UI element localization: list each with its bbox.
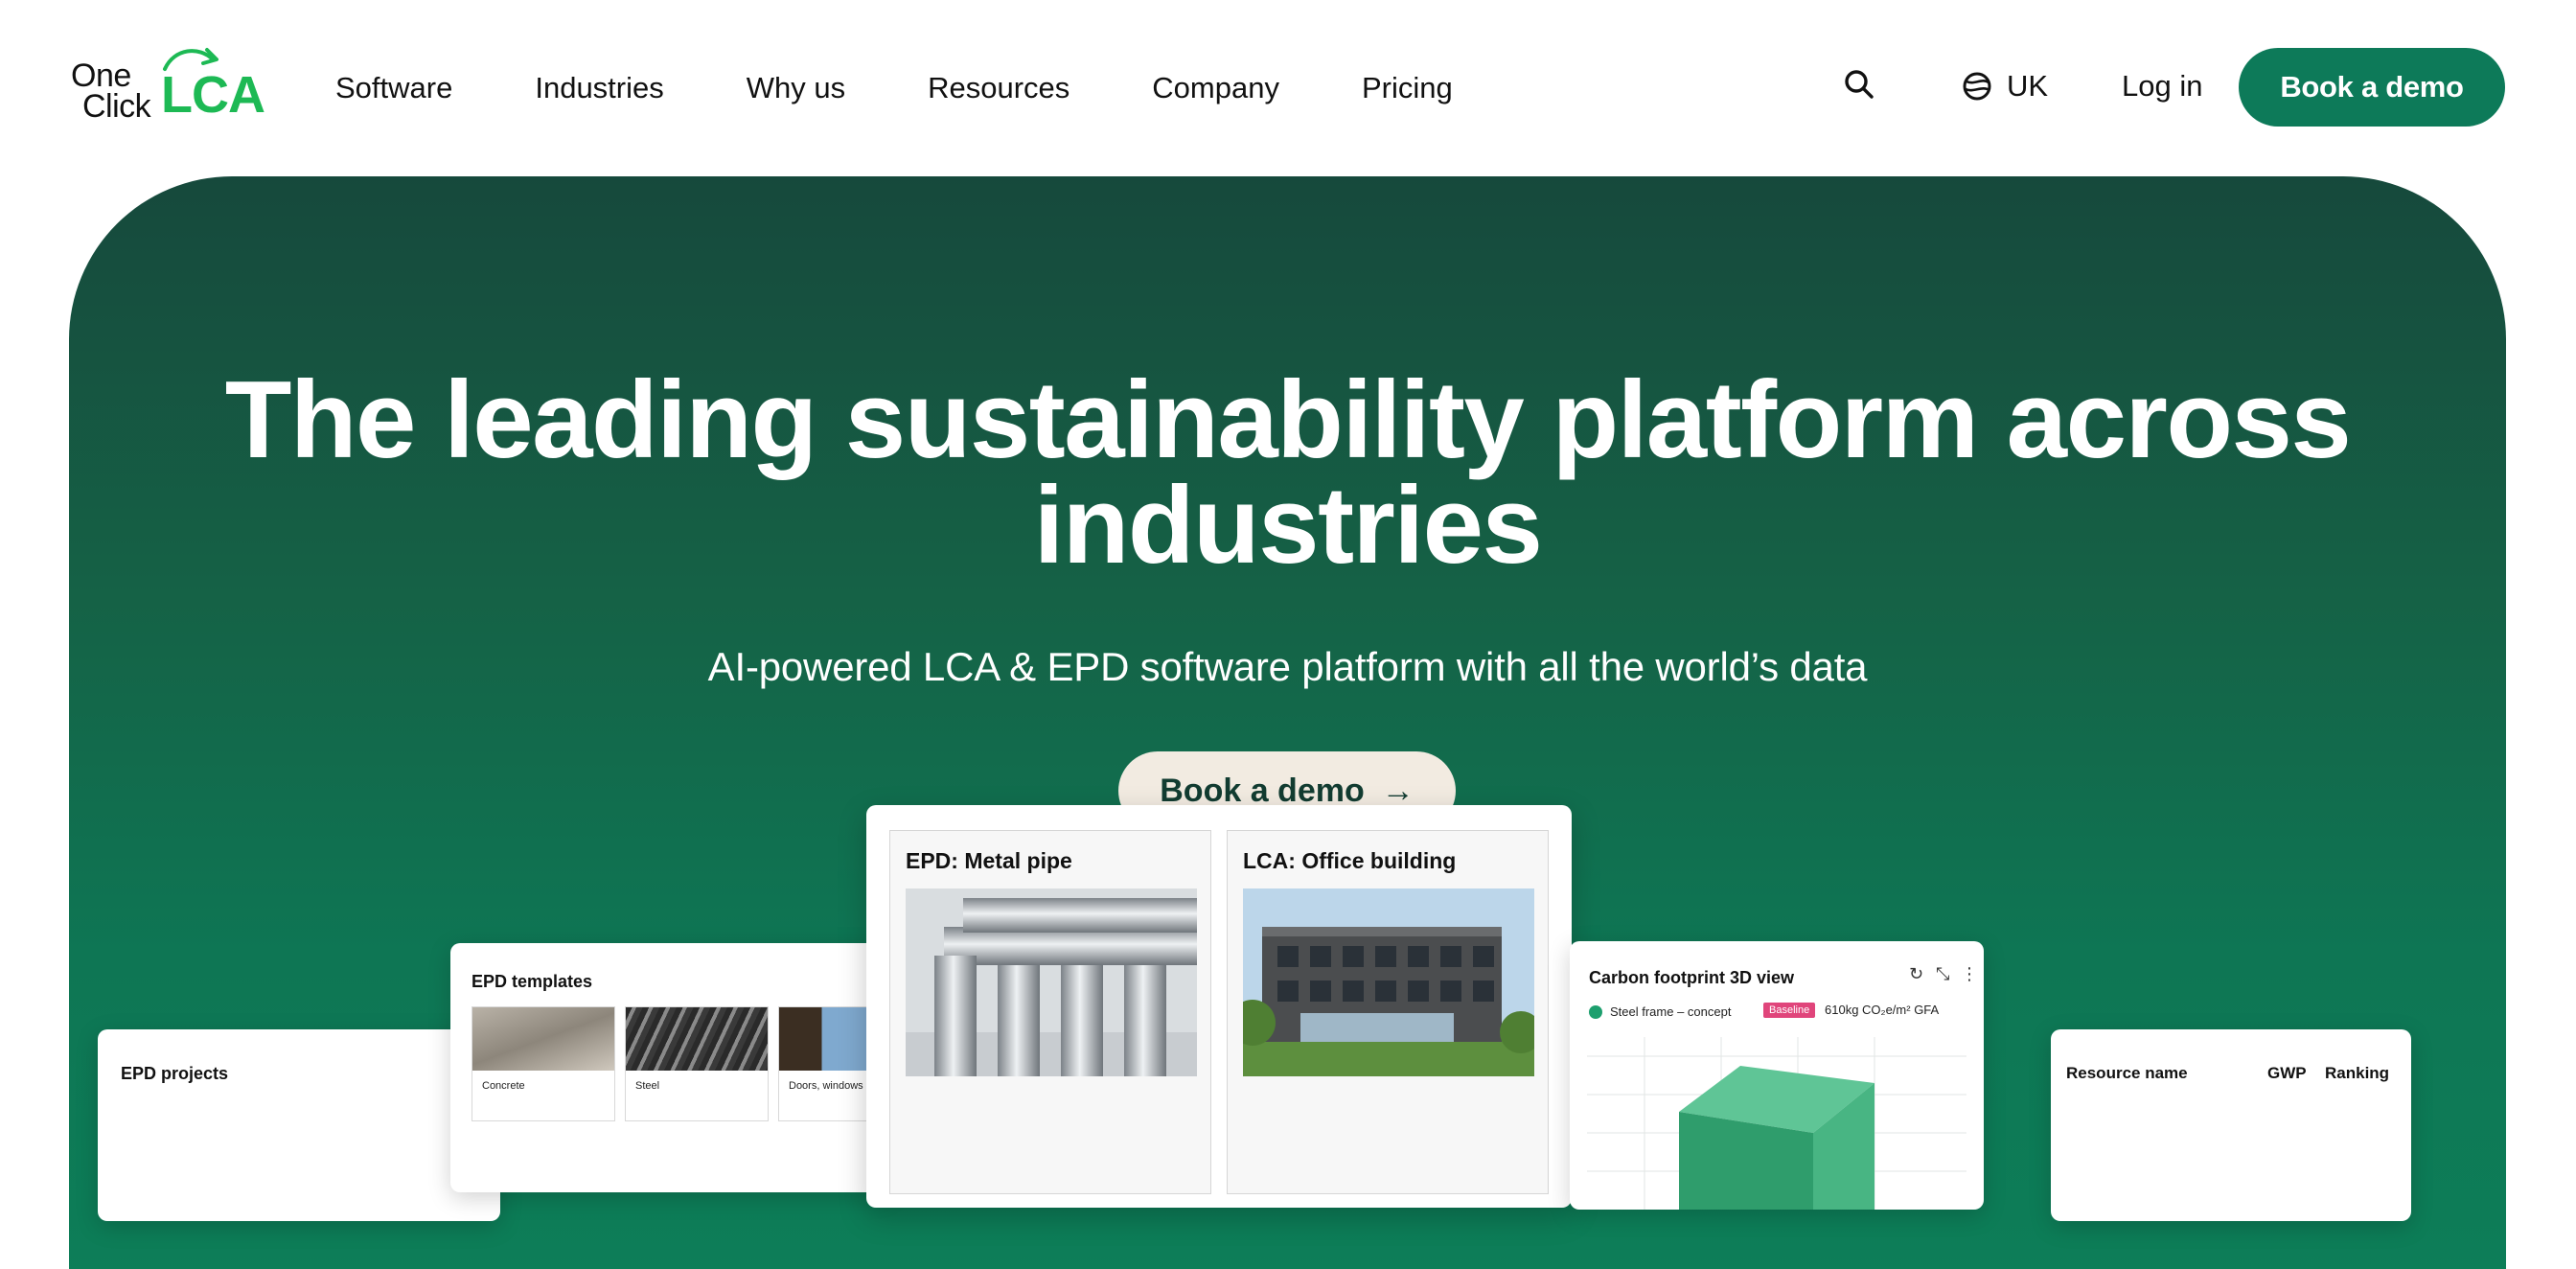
hero-title: The leading sustainability platform acro… — [224, 359, 2352, 587]
main-menu: Software Industries Why us Resources Com… — [335, 61, 1535, 115]
metal-pipe-image — [906, 888, 1197, 1076]
locale-label: UK — [2007, 69, 2049, 103]
nav-item-industries[interactable]: Industries — [535, 61, 663, 115]
logo-mark-lca: LCA — [161, 66, 265, 124]
legend-label: Steel frame – concept — [1610, 1004, 1732, 1019]
template-steel[interactable]: Steel — [625, 1006, 769, 1121]
epd-projects-title: EPD projects — [121, 1064, 229, 1083]
epd-panel-title: EPD: Metal pipe — [906, 848, 1072, 873]
template-label: Concrete — [482, 1080, 525, 1092]
steel-image — [626, 1007, 768, 1071]
epd-projects-card[interactable]: EPD projects — [98, 1029, 500, 1221]
template-concrete[interactable]: Concrete — [472, 1006, 615, 1121]
epd-lca-preview-card[interactable]: EPD: Metal pipe LCA: Office building — [866, 805, 1572, 1208]
template-label: Doors, windows a — [789, 1080, 872, 1092]
baseline-value: 610kg CO₂e/m² GFA — [1825, 1003, 1940, 1017]
top-navigation: One Click LCA Software Industries Why us… — [0, 0, 2576, 176]
lca-office-building-panel[interactable]: LCA: Office building — [1227, 830, 1549, 1194]
concrete-image — [472, 1007, 614, 1071]
epd-templates-title: EPD templates — [472, 972, 593, 991]
nav-item-why-us[interactable]: Why us — [747, 61, 845, 115]
nav-item-software[interactable]: Software — [335, 61, 452, 115]
column-resource-name: Resource name — [2066, 1064, 2188, 1082]
office-building-image — [1243, 888, 1534, 1076]
baseline-badge: Baseline — [1763, 1003, 1816, 1018]
column-ranking: Ranking — [2325, 1064, 2390, 1082]
book-demo-label: Book a demo — [1160, 772, 1365, 809]
carbon-legend: Steel frame – concept — [1589, 1004, 1731, 1019]
nav-item-company[interactable]: Company — [1152, 61, 1279, 115]
column-gwp: GWP — [2267, 1064, 2307, 1082]
epd-templates-card[interactable]: EPD templates Concrete Steel Doors, wind… — [450, 943, 891, 1192]
globe-icon — [1963, 72, 1991, 101]
locale-selector[interactable]: UK — [1961, 67, 2048, 105]
refresh-icon[interactable]: ↻ — [1909, 964, 1923, 984]
lca-panel-title: LCA: Office building — [1243, 848, 1457, 873]
one-click-lca-logo[interactable]: One Click LCA — [69, 44, 265, 130]
logo-word-click: Click — [82, 88, 151, 125]
arrow-right-icon: → — [1381, 772, 1414, 809]
book-demo-button-nav[interactable]: Book a demo — [2239, 48, 2505, 127]
carbon-footprint-title: Carbon footprint 3D view — [1589, 968, 1795, 987]
nav-item-resources[interactable]: Resources — [928, 61, 1070, 115]
legend-dot — [1589, 1004, 1602, 1019]
epd-metal-pipe-panel[interactable]: EPD: Metal pipe — [889, 830, 1211, 1194]
nav-item-pricing[interactable]: Pricing — [1362, 61, 1453, 115]
login-link[interactable]: Log in — [2122, 67, 2202, 105]
collapse-icon[interactable]: ⤡ — [1936, 964, 1949, 984]
hero-subtitle: AI-powered LCA & EPD software platform w… — [707, 644, 1868, 689]
resource-ranking-card[interactable]: Resource name GWP Ranking — [2051, 1029, 2411, 1221]
template-label: Steel — [635, 1080, 660, 1092]
more-options-icon[interactable]: ⋮ — [1961, 964, 1978, 984]
carbon-footprint-card[interactable]: Carbon footprint 3D view ↻ ⤡ ⋮ Steel fra… — [1570, 941, 1984, 1210]
search-icon[interactable] — [1842, 67, 1876, 102]
carbon-3d-view — [1587, 1037, 1966, 1210]
